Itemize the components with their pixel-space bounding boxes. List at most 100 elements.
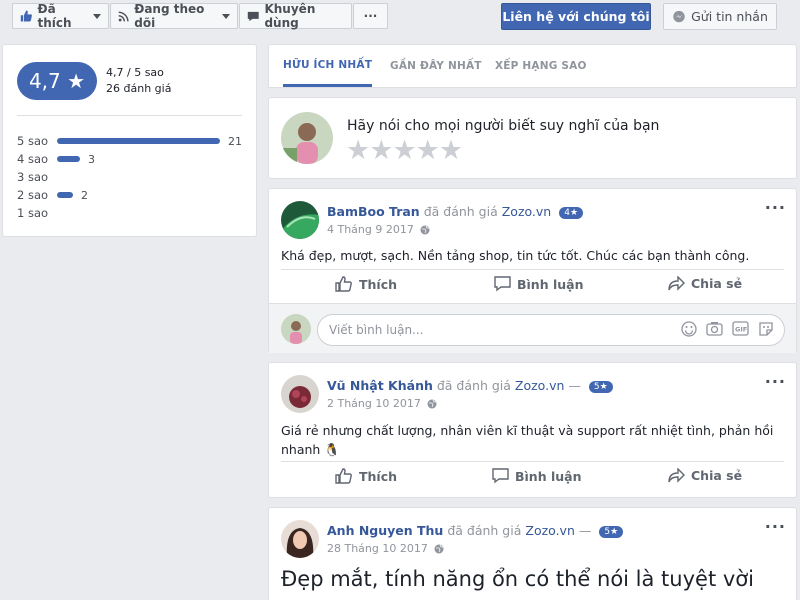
review-text: Đẹp mắt, tính năng ổn có thể nói là tuyệ… [281, 567, 754, 591]
more-options-icon[interactable]: ··· [765, 517, 786, 536]
review-header: BamBoo Tran đã đánh giá Zozo.vn 4★ [327, 204, 584, 219]
star-rating-input[interactable]: ★ ★ ★ ★ ★ [346, 136, 463, 166]
post-actions: Thích Bình luận Chia sẻ [281, 461, 784, 491]
review-text: Giá rẻ nhưng chất lượng, nhân viên kĩ th… [281, 421, 773, 459]
post-actions: Thích Bình luận Chia sẻ [281, 269, 784, 299]
gif-icon[interactable]: GIF [732, 321, 749, 336]
distribution-row: 1 sao [17, 205, 57, 221]
following-button[interactable]: Đang theo dõi [110, 2, 238, 30]
author-name[interactable]: Anh Nguyen Thu [327, 523, 443, 538]
rating-badge: 5★ [588, 381, 613, 393]
star-icon[interactable]: ★ [439, 136, 463, 166]
thumbs-up-icon [20, 10, 32, 22]
comment-section: Viết bình luận... GIF [269, 303, 796, 353]
like-label: Thích [359, 276, 398, 292]
like-label: Thích [359, 468, 398, 484]
tab-star-rating[interactable]: XẾP HẠNG SAO [495, 45, 587, 87]
avatar [281, 314, 311, 344]
write-review-box[interactable]: Hãy nói cho mọi người biết suy nghĩ của … [268, 97, 797, 179]
comment-icon [492, 468, 509, 484]
avatar [281, 375, 319, 413]
review-verb: đã đánh giá [447, 523, 522, 538]
review-post: Vũ Nhật Khánh đã đánh giá Zozo.vn — 5★ 2… [268, 362, 797, 498]
chevron-down-icon [93, 13, 101, 19]
distribution-row: 3 sao [17, 169, 57, 185]
star-icon[interactable]: ★ [369, 136, 393, 166]
comment-label: Bình luận [517, 276, 584, 292]
page-action-bar: Đã thích Đang theo dõi Khuyên dùng ··· L… [0, 0, 800, 34]
author-name[interactable]: BamBoo Tran [327, 204, 420, 219]
tab-label: HỮU ÍCH NHẤT [283, 58, 373, 71]
author-name[interactable]: Vũ Nhật Khánh [327, 378, 433, 393]
distribution-label: 2 sao [17, 188, 49, 202]
review-text-line: Giá rẻ nhưng chất lượng, nhân viên kĩ th… [281, 423, 774, 438]
review-tabs: HỮU ÍCH NHẤT GẦN ĐÂY NHẤT XẾP HẠNG SAO [268, 44, 797, 88]
camera-icon[interactable] [706, 321, 723, 336]
like-button[interactable]: Thích [335, 468, 397, 484]
share-icon [668, 468, 685, 483]
review-header: Vũ Nhật Khánh đã đánh giá Zozo.vn — 5★ [327, 378, 613, 393]
messenger-icon [673, 10, 685, 22]
review-date: 2 Tháng 10 2017 [327, 397, 437, 410]
svg-text:GIF: GIF [735, 326, 747, 334]
comment-button[interactable]: Bình luận [494, 276, 583, 292]
share-button[interactable]: Chia sẻ [668, 276, 742, 291]
more-button[interactable]: ··· [353, 3, 388, 29]
date-text[interactable]: 2 Tháng 10 2017 [327, 397, 421, 410]
like-button[interactable]: Thích [335, 276, 397, 292]
liked-label: Đã thích [37, 2, 72, 30]
distribution-row: 5 sao 21 [17, 133, 242, 149]
liked-button[interactable]: Đã thích [12, 2, 109, 30]
share-label: Chia sẻ [691, 276, 743, 291]
review-date: 28 Tháng 10 2017 [327, 542, 444, 555]
share-label: Chia sẻ [691, 468, 743, 483]
share-button[interactable]: Chia sẻ [668, 468, 742, 483]
separator: — [568, 378, 581, 393]
rss-icon [118, 11, 129, 22]
chevron-down-icon [222, 13, 230, 19]
tab-most-helpful[interactable]: HỮU ÍCH NHẤT [283, 45, 373, 87]
review-text: Khá đẹp, mượt, sạch. Nền tảng shop, tin … [281, 248, 750, 263]
contact-label: Liên hệ với chúng tôi [502, 9, 650, 24]
page-link[interactable]: Zozo.vn [525, 523, 575, 538]
recommend-button[interactable]: Khuyên dùng [239, 2, 352, 30]
review-header: Anh Nguyen Thu đã đánh giá Zozo.vn — 5★ [327, 523, 624, 538]
distribution-count: 2 [81, 188, 88, 202]
star-icon[interactable]: ★ [346, 136, 370, 166]
distribution-label: 5 sao [17, 134, 49, 148]
review-post: Anh Nguyen Thu đã đánh giá Zozo.vn — 5★ … [268, 507, 797, 600]
distribution-bar [57, 156, 80, 162]
more-options-icon[interactable]: ··· [765, 372, 786, 391]
tab-most-recent[interactable]: GẦN ĐÂY NHẤT [390, 45, 482, 87]
distribution-label: 1 sao [17, 206, 49, 220]
distribution-row: 2 sao 2 [17, 187, 88, 203]
tab-label: GẦN ĐÂY NHẤT [390, 60, 482, 72]
page-link[interactable]: Zozo.vn [515, 378, 565, 393]
share-icon [668, 276, 685, 291]
distribution-bar [57, 192, 73, 198]
star-icon[interactable]: ★ [392, 136, 416, 166]
emoji-icon[interactable] [681, 321, 697, 337]
more-options-icon[interactable]: ··· [765, 198, 786, 217]
average-score-badge: 4,7 ★ [17, 62, 97, 100]
date-text[interactable]: 4 Tháng 9 2017 [327, 223, 414, 236]
page-link[interactable]: Zozo.vn [502, 204, 552, 219]
review-prompt: Hãy nói cho mọi người biết suy nghĩ của … [347, 118, 660, 134]
star-icon[interactable]: ★ [416, 136, 440, 166]
review-text-line: nhanh 🐧 [281, 442, 340, 457]
following-label: Đang theo dõi [134, 2, 205, 30]
comment-tools: GIF [681, 321, 774, 337]
message-label: Gửi tin nhắn [691, 9, 768, 24]
distribution-label: 3 sao [17, 170, 49, 184]
separator: — [578, 523, 592, 538]
sticker-icon[interactable] [758, 321, 774, 337]
divider [17, 115, 242, 116]
comment-button[interactable]: Bình luận [492, 468, 581, 484]
review-verb: đã đánh giá [423, 204, 498, 219]
comment-icon [494, 276, 511, 292]
review-post: BamBoo Tran đã đánh giá Zozo.vn 4★ 4 Thá… [268, 188, 797, 353]
review-verb: đã đánh giá [436, 378, 511, 393]
contact-us-button[interactable]: Liên hệ với chúng tôi [501, 3, 651, 30]
send-message-button[interactable]: Gửi tin nhắn [663, 3, 777, 30]
date-text[interactable]: 28 Tháng 10 2017 [327, 542, 428, 555]
